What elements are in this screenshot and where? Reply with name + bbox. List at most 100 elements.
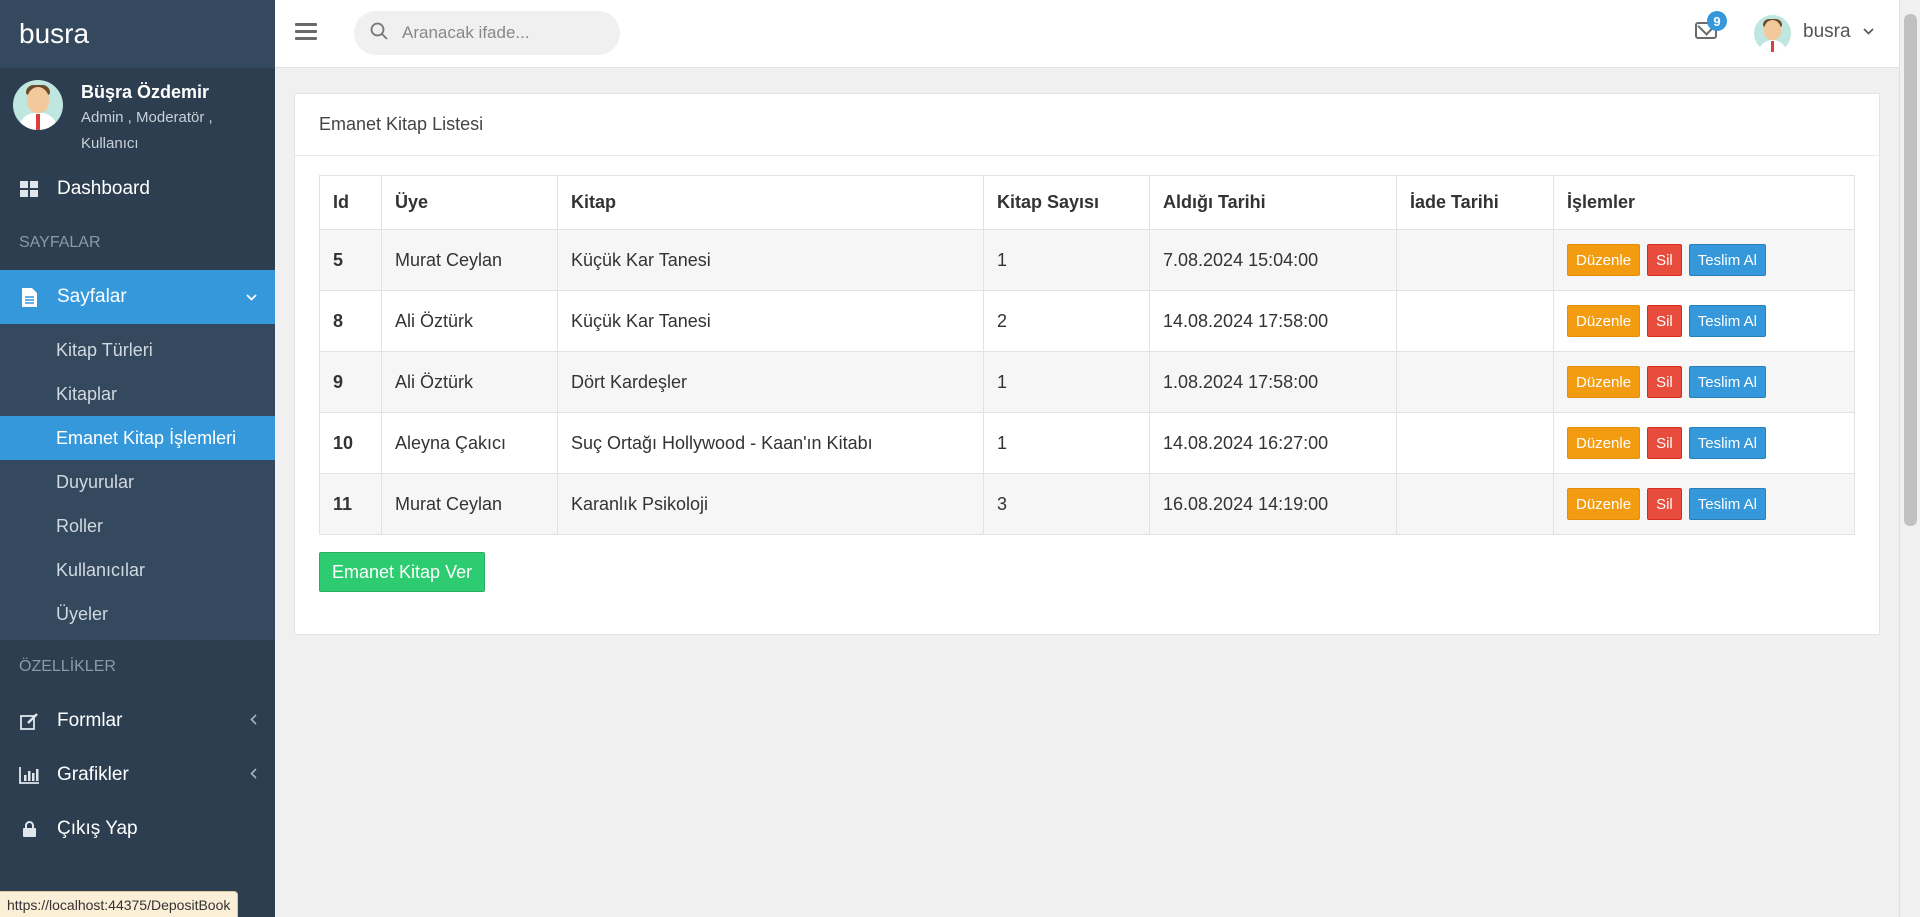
user-name: Büşra Özdemir: [81, 82, 210, 102]
mail-count-badge: 9: [1707, 11, 1727, 31]
cell-actions: Düzenle Sil Teslim Al: [1553, 229, 1855, 291]
nav-header-features: ÖZELLİKLER: [19, 658, 116, 675]
cell-date: 16.08.2024 14:19:00: [1149, 473, 1397, 535]
sidebar-item-label: Dashboard: [57, 178, 150, 199]
cell-date: 7.08.2024 15:04:00: [1149, 229, 1397, 291]
chevron-down-icon[interactable]: [1863, 24, 1874, 38]
column-header: Kitap Sayısı: [983, 175, 1150, 230]
cell-actions: Düzenle Sil Teslim Al: [1553, 473, 1855, 535]
sidebar-item-label: Formlar: [57, 710, 123, 731]
user-menu-name[interactable]: busra: [1803, 21, 1851, 43]
cell-return-date: [1396, 229, 1554, 291]
sidebar-item-roles[interactable]: Roller: [0, 504, 275, 548]
hamburger-menu-icon[interactable]: [295, 23, 317, 41]
cell-date: 14.08.2024 16:27:00: [1149, 412, 1397, 474]
column-header: Kitap: [557, 175, 984, 230]
edit-icon: [18, 711, 40, 731]
edit-button[interactable]: Düzenle: [1567, 427, 1641, 459]
deposit-list-card: Emanet Kitap Listesi Id Üye Kitap Kitap …: [294, 93, 1880, 635]
cell-date: 1.08.2024 17:58:00: [1149, 351, 1397, 413]
cell-actions: Düzenle Sil Teslim Al: [1553, 290, 1855, 352]
avatar[interactable]: [1754, 15, 1791, 52]
sidebar-item-logout[interactable]: Çıkış Yap: [0, 802, 275, 856]
cell-count: 2: [983, 290, 1150, 352]
cell-id: 8: [319, 290, 382, 352]
edit-button[interactable]: Düzenle: [1567, 488, 1641, 520]
cell-member: Ali Öztürk: [381, 290, 558, 352]
sidebar-item-books[interactable]: Kitaplar: [0, 372, 275, 416]
scrollbar-thumb[interactable]: [1904, 14, 1917, 526]
cell-return-date: [1396, 351, 1554, 413]
delete-button[interactable]: Sil: [1647, 366, 1682, 398]
search-box[interactable]: [354, 11, 620, 55]
cell-book: Dört Kardeşler: [557, 351, 984, 413]
bar-chart-icon: [18, 765, 40, 785]
chevron-left-icon: [250, 714, 257, 728]
scrollbar[interactable]: [1899, 0, 1920, 917]
add-deposit-button[interactable]: Emanet Kitap Ver: [319, 552, 486, 592]
return-button[interactable]: Teslim Al: [1688, 427, 1766, 459]
chevron-left-icon: [250, 768, 257, 782]
avatar: [13, 80, 63, 130]
cell-book: Karanlık Psikoloji: [557, 473, 984, 535]
lock-icon: [18, 819, 40, 839]
column-header: Aldığı Tarihi: [1149, 175, 1397, 230]
submenu-pages: Kitap Türleri Kitaplar Emanet Kitap İşle…: [0, 324, 275, 640]
cell-id: 11: [319, 473, 382, 535]
status-url: https://localhost:44375/DepositBook: [0, 891, 239, 917]
sidebar-item-announcements[interactable]: Duyurular: [0, 460, 275, 504]
table-row: 9 Ali Öztürk Dört Kardeşler 1 1.08.2024 …: [319, 351, 1855, 413]
sidebar: busra Büşra Özdemir Admin , Moderatör , …: [0, 0, 275, 917]
cell-return-date: [1396, 473, 1554, 535]
delete-button[interactable]: Sil: [1647, 244, 1682, 276]
delete-button[interactable]: Sil: [1647, 427, 1682, 459]
brand-logo[interactable]: busra: [0, 0, 275, 68]
sidebar-item-label: Çıkış Yap: [57, 818, 138, 839]
cell-count: 1: [983, 412, 1150, 474]
column-header: İşlemler: [1553, 175, 1855, 230]
return-button[interactable]: Teslim Al: [1688, 244, 1766, 276]
cell-book: Küçük Kar Tanesi: [557, 229, 984, 291]
cell-return-date: [1396, 412, 1554, 474]
column-header: Üye: [381, 175, 558, 230]
deposit-table: Id Üye Kitap Kitap Sayısı Aldığı Tarihi …: [319, 175, 1855, 535]
delete-button[interactable]: Sil: [1647, 305, 1682, 337]
sidebar-item-forms[interactable]: Formlar: [0, 694, 275, 748]
cell-count: 1: [983, 229, 1150, 291]
sidebar-item-book-types[interactable]: Kitap Türleri: [0, 328, 275, 372]
sidebar-item-charts[interactable]: Grafikler: [0, 748, 275, 802]
delete-button[interactable]: Sil: [1647, 488, 1682, 520]
sidebar-item-label: Grafikler: [57, 764, 129, 785]
cell-return-date: [1396, 290, 1554, 352]
cell-actions: Düzenle Sil Teslim Al: [1553, 351, 1855, 413]
user-roles: Admin , Moderatör , Kullanıcı: [81, 109, 213, 152]
dashboard-icon: [18, 179, 40, 199]
user-panel: Büşra Özdemir Admin , Moderatör , Kullan…: [0, 68, 275, 162]
return-button[interactable]: Teslim Al: [1688, 488, 1766, 520]
cell-date: 14.08.2024 17:58:00: [1149, 290, 1397, 352]
table-header-row: Id Üye Kitap Kitap Sayısı Aldığı Tarihi …: [319, 175, 1855, 230]
cell-id: 10: [319, 412, 382, 474]
sidebar-item-users[interactable]: Kullanıcılar: [0, 548, 275, 592]
sidebar-item-pages[interactable]: Sayfalar: [0, 270, 275, 324]
edit-button[interactable]: Düzenle: [1567, 244, 1641, 276]
sidebar-item-members[interactable]: Üyeler: [0, 592, 275, 636]
sidebar-item-deposit-books[interactable]: Emanet Kitap İşlemleri: [0, 416, 275, 460]
card-title: Emanet Kitap Listesi: [295, 94, 1879, 156]
return-button[interactable]: Teslim Al: [1688, 366, 1766, 398]
sidebar-item-dashboard[interactable]: Dashboard: [0, 162, 275, 216]
return-button[interactable]: Teslim Al: [1688, 305, 1766, 337]
cell-book: Küçük Kar Tanesi: [557, 290, 984, 352]
edit-button[interactable]: Düzenle: [1567, 305, 1641, 337]
nav-header-pages: SAYFALAR: [19, 234, 101, 251]
search-input[interactable]: [402, 23, 602, 43]
column-header: İade Tarihi: [1396, 175, 1554, 230]
chevron-down-icon: [246, 290, 257, 304]
cell-count: 1: [983, 351, 1150, 413]
cell-member: Murat Ceylan: [381, 229, 558, 291]
file-icon: [18, 287, 40, 307]
cell-count: 3: [983, 473, 1150, 535]
cell-member: Ali Öztürk: [381, 351, 558, 413]
edit-button[interactable]: Düzenle: [1567, 366, 1641, 398]
search-icon: [370, 22, 388, 45]
